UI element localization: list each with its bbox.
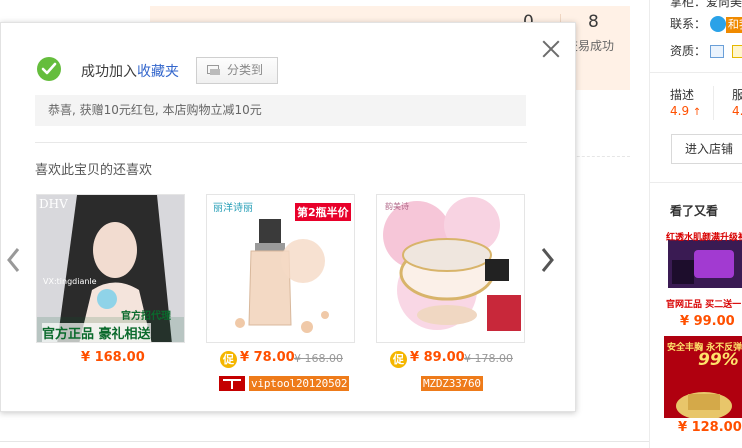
original-price: ¥ 178.00 <box>464 352 513 365</box>
see-again-item-image[interactable]: 红透水肌颜满升级裸 官网正品 买二送一 <box>664 226 742 310</box>
divider <box>713 86 714 120</box>
arrow-up-icon: ↑ <box>692 107 702 118</box>
product-price[interactable]: ¥ 168.00 <box>81 350 145 365</box>
brand-text: 丽洋诗丽 <box>213 203 253 214</box>
divider <box>650 72 742 73</box>
promo-icon: 促 <box>390 351 407 368</box>
seller-row: 掌柜：爱尚美 <box>670 0 742 10</box>
divider <box>650 182 742 183</box>
product-price[interactable]: ¥ 89.00 <box>410 350 465 365</box>
wangwang-icon[interactable] <box>709 15 726 32</box>
see-again-title: 看了又看 <box>670 204 719 218</box>
id-card-icon[interactable] <box>709 45 724 58</box>
rating-service-label: 服 <box>732 88 742 102</box>
close-icon[interactable] <box>541 39 561 59</box>
success-text: 成功加入 <box>81 64 137 80</box>
seller-label: 掌柜： <box>670 0 707 9</box>
favorites-link[interactable]: 收藏夹 <box>137 64 179 80</box>
promo-code-tag: viptool20120502 <box>249 376 350 391</box>
cert-label: 资质： <box>670 44 707 58</box>
enter-shop-button[interactable]: 进入店铺 <box>671 134 742 164</box>
seller-name[interactable]: 爱尚美 <box>706 0 742 9</box>
promo-code-tag: MZDZ33760 <box>421 376 483 391</box>
promo-badge: 第2瓶半价 <box>295 203 351 221</box>
see-again-item-price[interactable]: ¥ 99.00 <box>680 314 735 329</box>
carousel-prev-button[interactable] <box>4 245 22 275</box>
image-caption: 红透水肌颜满升级裸 <box>666 233 742 243</box>
contact-label: 联系： <box>670 17 707 31</box>
classify-button-label: 分类到 <box>227 63 264 77</box>
carousel-next-button[interactable] <box>539 245 557 275</box>
see-again-item-price[interactable]: ¥ 128.00 <box>678 420 742 435</box>
rating-desc-value: 4.9 ↑ <box>670 104 702 118</box>
contact-row: 联系： 和我 <box>670 15 742 33</box>
rating-desc-label: 描述 <box>670 88 695 102</box>
cert-row: 资质： <box>670 42 742 59</box>
product-image[interactable]: DHV VX:tingdianle 官方招代理 官方正品 豪礼相送 <box>36 194 185 343</box>
classify-button[interactable]: 分类到 <box>196 57 278 84</box>
rating-service-value: 4. <box>732 104 742 118</box>
check-circle-icon <box>37 57 61 81</box>
recommend-title: 喜欢此宝贝的还喜欢 <box>35 163 153 178</box>
chevron-left-icon <box>7 248 20 272</box>
stat-value: 8 <box>588 12 599 32</box>
favorites-popup: 成功加入收藏夹 分类到 恭喜, 获赠10元红包, 本店购物立减10元 喜欢此宝贝… <box>0 22 576 412</box>
cert-icon[interactable] <box>731 45 742 58</box>
product-image[interactable]: 韵美诗 <box>376 194 525 343</box>
image-caption: VX:tingdianle <box>43 277 97 286</box>
chevron-right-icon <box>541 248 554 272</box>
folder-icon <box>207 65 220 75</box>
image-caption: 官网正品 买二送一 <box>666 300 742 310</box>
product-price[interactable]: ¥ 78.00 <box>240 350 295 365</box>
page: 0 8 交易成功 掌柜：爱尚美 联系： 和我 资质： 描述 4.9 ↑ 服 4.… <box>0 0 742 448</box>
cushion-compact-photo <box>377 195 524 342</box>
promo-icon: 促 <box>220 351 237 368</box>
image-caption: 官方正品 豪礼相送 <box>42 323 151 342</box>
brand-text: DHV <box>39 197 68 211</box>
divider <box>0 441 650 442</box>
image-caption: 99% <box>698 350 739 370</box>
brand-text: 韵美诗 <box>385 202 409 211</box>
product-image[interactable]: 丽洋诗丽 第2瓶半价 <box>206 194 355 343</box>
contact-badge[interactable]: 和我 <box>725 16 742 33</box>
see-again-item-image[interactable]: 安全丰胸 永不反弹 99% <box>664 336 742 418</box>
success-message: 成功加入收藏夹 <box>81 61 179 81</box>
image-caption: 官方招代理 <box>121 311 171 322</box>
divider <box>35 142 527 143</box>
coupon-info: 恭喜, 获赠10元红包, 本店购物立减10元 <box>35 95 526 126</box>
original-price: ¥ 168.00 <box>294 352 343 365</box>
tmall-logo-icon <box>219 376 245 391</box>
shop-info-panel: 掌柜：爱尚美 联系： 和我 资质： 描述 4.9 ↑ 服 4. 进入店铺 看了又… <box>650 0 742 448</box>
